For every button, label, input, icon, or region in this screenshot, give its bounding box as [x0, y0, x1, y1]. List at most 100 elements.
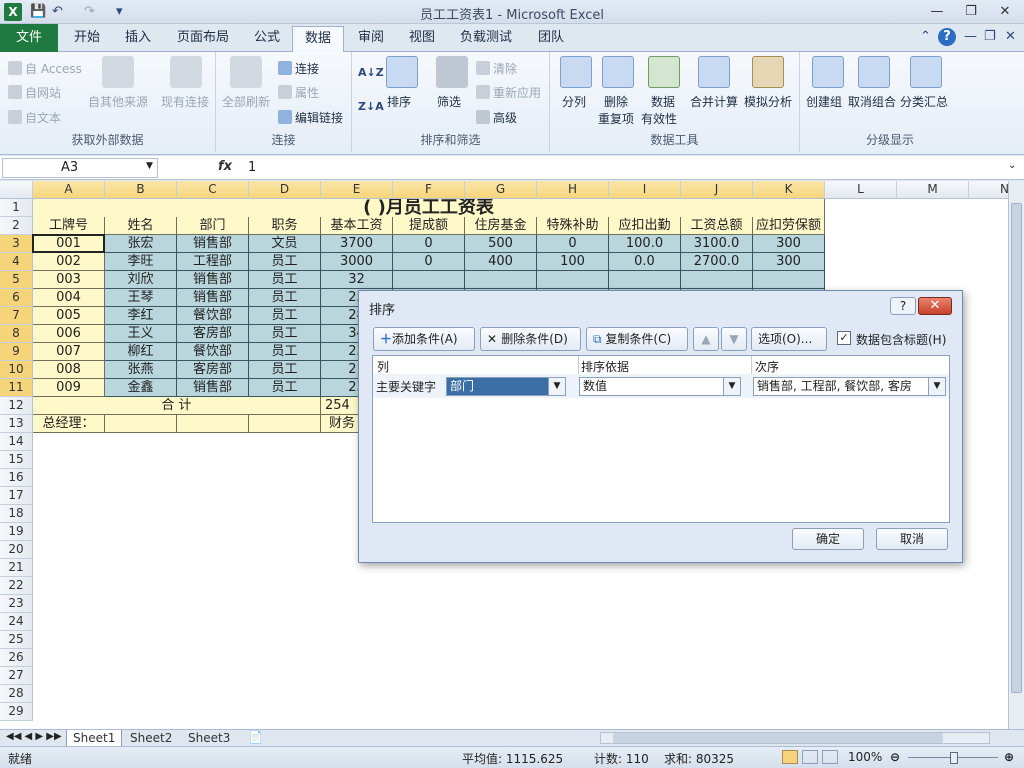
table-cell[interactable]: 006: [33, 325, 105, 343]
move-down-button[interactable]: ▼: [721, 327, 747, 351]
table-cell[interactable]: [537, 271, 609, 289]
row-header-4[interactable]: 4: [0, 253, 33, 271]
move-up-button[interactable]: ▲: [693, 327, 719, 351]
sheet-tab-2[interactable]: Sheet2: [124, 730, 178, 747]
normal-view-icon[interactable]: [782, 750, 798, 764]
table-cell[interactable]: [753, 271, 825, 289]
table-cell[interactable]: 餐饮部: [177, 343, 249, 361]
table-cell[interactable]: 员工: [249, 307, 321, 325]
total-label-cell[interactable]: 合 计: [33, 397, 321, 415]
table-cell[interactable]: 李红: [105, 307, 177, 325]
vertical-scroll-thumb[interactable]: [1011, 203, 1022, 693]
row-header-25[interactable]: 25: [0, 631, 33, 649]
consolidate-button[interactable]: 合并计算: [690, 93, 738, 110]
table-cell[interactable]: 员工: [249, 379, 321, 397]
data-validation-button-line2[interactable]: 有效性: [641, 110, 677, 127]
remove-duplicates-button-line2[interactable]: 重复项: [598, 110, 634, 127]
table-cell[interactable]: 3700: [321, 235, 393, 253]
sort-level-row[interactable]: 主要关键字 部门 ▼ 数值 ▼ 销售部, 工程部, 餐饮部, 客房 ▼: [373, 374, 949, 398]
manager-label-cell[interactable]: 总经理：: [33, 415, 105, 433]
name-box[interactable]: A3: [2, 158, 158, 178]
row-header-9[interactable]: 9: [0, 343, 33, 361]
vertical-scrollbar[interactable]: [1008, 181, 1024, 729]
table-cell[interactable]: 0: [537, 235, 609, 253]
row-header-13[interactable]: 13: [0, 415, 33, 433]
tab-page-layout[interactable]: 页面布局: [165, 26, 241, 52]
row-header-7[interactable]: 7: [0, 307, 33, 325]
table-header-cell[interactable]: 提成额: [393, 217, 465, 235]
from-other-sources-button[interactable]: 自其他来源: [88, 93, 148, 110]
tab-team[interactable]: 团队: [526, 26, 576, 52]
page-layout-view-icon[interactable]: [802, 750, 818, 764]
table-cell[interactable]: 刘欣: [105, 271, 177, 289]
table-cell[interactable]: 005: [33, 307, 105, 325]
table-cell[interactable]: 400: [465, 253, 537, 271]
table-cell[interactable]: 002: [33, 253, 105, 271]
table-cell[interactable]: 004: [33, 289, 105, 307]
table-cell[interactable]: [393, 271, 465, 289]
row-header-5[interactable]: 5: [0, 271, 33, 289]
ungroup-button[interactable]: 取消组合: [848, 93, 896, 110]
minimize-ribbon-icon[interactable]: ⌃: [920, 29, 931, 44]
table-header-cell[interactable]: 应扣劳保额: [753, 217, 825, 235]
row-header-2[interactable]: 2: [0, 217, 33, 235]
column-header-B[interactable]: B: [105, 181, 177, 199]
column-header-N[interactable]: N: [969, 181, 1008, 199]
chevron-down-icon[interactable]: ▼: [723, 378, 740, 395]
row-header-6[interactable]: 6: [0, 289, 33, 307]
tab-data[interactable]: 数据: [292, 26, 345, 53]
table-header-cell[interactable]: 工牌号: [33, 217, 105, 235]
zoom-level[interactable]: 100%: [848, 750, 882, 764]
row-header-8[interactable]: 8: [0, 325, 33, 343]
subtotal-button[interactable]: 分类汇总: [900, 93, 948, 110]
row-header-20[interactable]: 20: [0, 541, 33, 559]
table-cell[interactable]: 008: [33, 361, 105, 379]
table-cell[interactable]: [105, 415, 177, 433]
column-header-I[interactable]: I: [609, 181, 681, 199]
table-cell[interactable]: 32: [321, 271, 393, 289]
insert-function-icon[interactable]: fx: [218, 159, 232, 174]
table-cell[interactable]: 王琴: [105, 289, 177, 307]
table-cell[interactable]: 员工: [249, 343, 321, 361]
sort-on-select[interactable]: 数值 ▼: [579, 377, 741, 396]
name-box-dropdown-icon[interactable]: ▼: [146, 161, 153, 171]
table-cell[interactable]: 0: [393, 253, 465, 271]
chevron-down-icon[interactable]: ▼: [928, 378, 945, 395]
column-header-M[interactable]: M: [897, 181, 969, 199]
sort-ascending-button[interactable]: A↓Z: [358, 66, 384, 79]
table-cell[interactable]: [681, 271, 753, 289]
ok-button[interactable]: 确定: [792, 528, 864, 550]
remove-duplicates-button[interactable]: 删除: [604, 93, 628, 110]
options-button[interactable]: 选项(O)...: [751, 327, 827, 351]
sheet-title-cell[interactable]: ( )月员工工资表: [33, 199, 825, 219]
table-cell[interactable]: 销售部: [177, 379, 249, 397]
connections-button[interactable]: 连接: [278, 60, 319, 77]
table-cell[interactable]: 300: [753, 253, 825, 271]
column-header-L[interactable]: L: [825, 181, 897, 199]
table-header-cell[interactable]: 部门: [177, 217, 249, 235]
help-icon[interactable]: ?: [938, 28, 956, 46]
horizontal-scroll-thumb[interactable]: [613, 733, 943, 743]
table-header-cell[interactable]: 姓名: [105, 217, 177, 235]
table-cell[interactable]: 003: [33, 271, 105, 289]
advanced-filter-button[interactable]: 高级: [476, 109, 517, 126]
workbook-restore-icon[interactable]: ❐: [984, 29, 996, 44]
row-header-26[interactable]: 26: [0, 649, 33, 667]
table-header-cell[interactable]: 工资总额: [681, 217, 753, 235]
table-cell[interactable]: [177, 415, 249, 433]
filter-button[interactable]: 筛选: [437, 93, 461, 110]
row-header-12[interactable]: 12: [0, 397, 33, 415]
table-cell[interactable]: 100: [537, 253, 609, 271]
from-text-button[interactable]: 自文本: [8, 109, 61, 126]
row-header-29[interactable]: 29: [0, 703, 33, 721]
workbook-minimize-icon[interactable]: —: [964, 29, 977, 44]
table-cell[interactable]: 员工: [249, 289, 321, 307]
workbook-close-icon[interactable]: ✕: [1005, 29, 1016, 44]
table-cell[interactable]: 员工: [249, 361, 321, 379]
table-cell[interactable]: 3000: [321, 253, 393, 271]
row-header-3[interactable]: 3: [0, 235, 33, 253]
sheet-tab-1[interactable]: Sheet1: [66, 730, 123, 747]
page-break-view-icon[interactable]: [822, 750, 838, 764]
row-header-15[interactable]: 15: [0, 451, 33, 469]
formula-input[interactable]: 1: [248, 160, 256, 175]
